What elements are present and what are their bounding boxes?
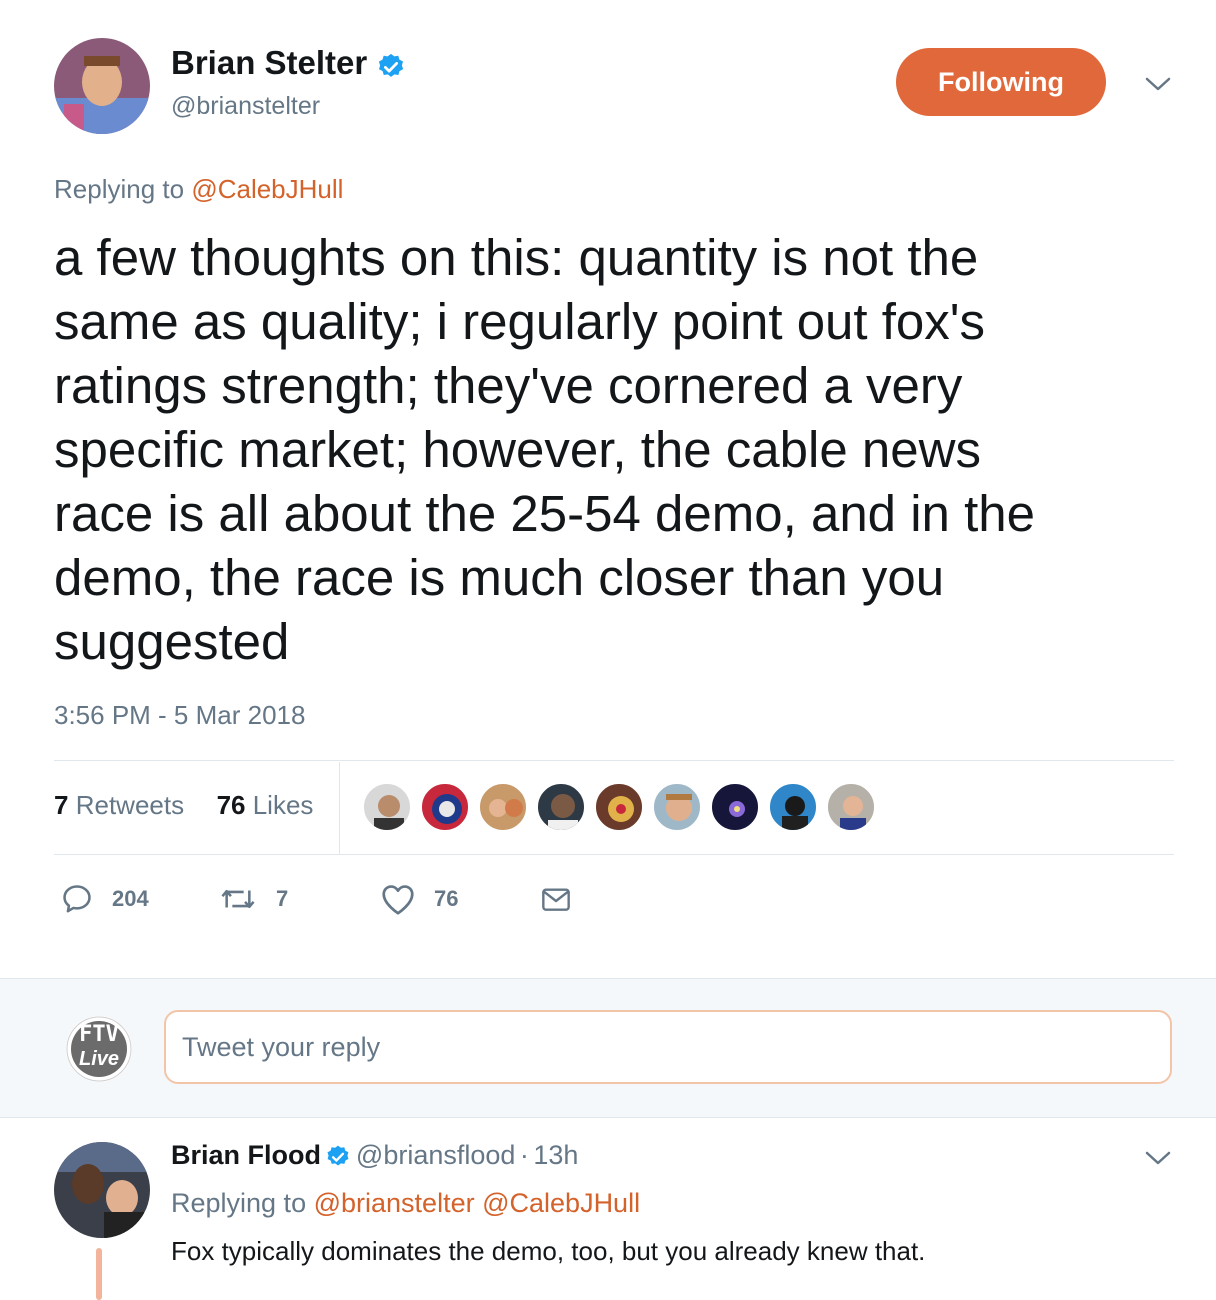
tweet-text-line: ratings strength; they've cornered a ver… xyxy=(54,357,963,414)
heart-icon xyxy=(382,885,414,915)
like-action[interactable]: 76 xyxy=(380,882,458,916)
retweet-action[interactable]: 7 xyxy=(218,882,288,916)
avatar-text-top: FTV xyxy=(79,1022,119,1047)
reply-action[interactable]: 204 xyxy=(60,882,149,916)
author-avatar[interactable] xyxy=(54,38,150,134)
liker-avatar[interactable] xyxy=(536,782,586,832)
liker-avatar[interactable] xyxy=(652,782,702,832)
replying-to: Replying to @CalebJHull xyxy=(54,174,343,205)
author-handle[interactable]: @brianstelter xyxy=(171,92,320,121)
meta-separator: · xyxy=(519,1140,529,1170)
tweet-text: a few thoughts on this: quantity is not … xyxy=(54,226,1154,674)
reply-author-avatar[interactable] xyxy=(54,1142,150,1238)
replying-handle-link[interactable]: @CalebJHull xyxy=(191,174,343,204)
retweets-stat[interactable]: 7 Retweets xyxy=(54,790,184,820)
replying-prefix: Replying to xyxy=(54,174,185,204)
reply-author-handle[interactable]: @briansflood xyxy=(356,1140,516,1170)
tweet-text-line: a few thoughts on this: quantity is not … xyxy=(54,229,979,286)
reply-text: Fox typically dominates the demo, too, b… xyxy=(171,1236,926,1266)
retweets-label: Retweets xyxy=(75,790,185,820)
avatar-text-bottom: Live xyxy=(78,1048,120,1070)
reply-count: 204 xyxy=(112,886,149,911)
liker-avatar[interactable] xyxy=(826,782,876,832)
likers-avatars xyxy=(362,782,884,832)
envelope-icon xyxy=(542,888,570,911)
tweet-stats: 7 Retweets 76 Likes xyxy=(54,790,313,821)
liker-avatar[interactable] xyxy=(594,782,644,832)
liker-avatar[interactable] xyxy=(768,782,818,832)
reply-input[interactable] xyxy=(164,1010,1172,1084)
divider xyxy=(54,854,1174,855)
reply-icon xyxy=(63,885,91,913)
liker-avatar[interactable] xyxy=(478,782,528,832)
verified-badge-icon xyxy=(378,53,403,77)
reply-author-name[interactable]: Brian Flood xyxy=(171,1140,321,1170)
author-name[interactable]: Brian Stelter xyxy=(171,44,367,81)
replying-handle-link[interactable]: @CalebJHull xyxy=(482,1188,640,1218)
thread-connector xyxy=(96,1248,102,1300)
current-user-avatar[interactable]: FTV Live xyxy=(66,1016,132,1082)
tweet-text-line: specific market; however, the cable news xyxy=(54,421,981,478)
retweets-count: 7 xyxy=(54,790,69,820)
author-name-row: Brian Stelter xyxy=(171,44,406,82)
tweet-text-line: suggested xyxy=(54,613,290,670)
verified-badge-icon xyxy=(327,1145,349,1166)
liker-avatar[interactable] xyxy=(710,782,760,832)
likes-count: 76 xyxy=(216,790,246,820)
stats-separator xyxy=(339,762,340,854)
direct-message-action[interactable] xyxy=(540,884,590,914)
retweet-icon xyxy=(221,889,255,909)
tweet-text-line: same as quality; i regularly point out f… xyxy=(54,293,986,350)
replying-handle-link[interactable]: @brianstelter xyxy=(314,1188,475,1218)
chevron-down-icon[interactable] xyxy=(1143,1148,1173,1168)
reply-header: Brian Flood @briansflood · 13h xyxy=(171,1140,578,1171)
likes-stat[interactable]: 76 Likes xyxy=(217,790,314,820)
divider xyxy=(54,760,1174,761)
reply-replying-to: Replying to @brianstelter @CalebJHull xyxy=(171,1188,640,1219)
chevron-down-icon[interactable] xyxy=(1143,74,1173,94)
liker-avatar[interactable] xyxy=(362,782,412,832)
likes-label: Likes xyxy=(252,790,314,820)
reply-age[interactable]: 13h xyxy=(533,1140,578,1170)
like-count: 76 xyxy=(434,886,459,911)
following-button[interactable]: Following xyxy=(896,48,1106,116)
tweet-text-line: demo, the race is much closer than you xyxy=(54,549,945,606)
tweet-text-line: race is all about the 25-54 demo, and in… xyxy=(54,485,1035,542)
retweet-count: 7 xyxy=(276,886,289,911)
tweet-timestamp[interactable]: 3:56 PM - 5 Mar 2018 xyxy=(54,700,305,731)
liker-avatar[interactable] xyxy=(420,782,470,832)
replying-prefix: Replying to xyxy=(171,1188,307,1218)
